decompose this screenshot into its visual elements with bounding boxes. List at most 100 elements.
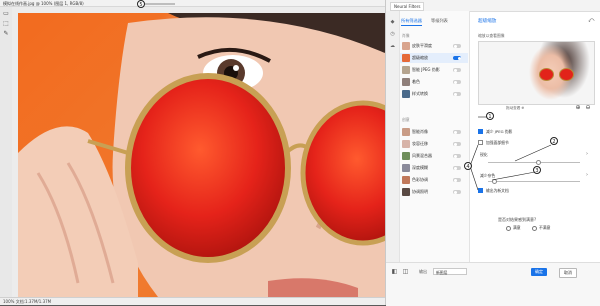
slider-sharpen[interactable]	[488, 160, 580, 165]
reset-icon[interactable]: ⤺	[588, 17, 594, 25]
filter-item[interactable]: 妆容迁移	[400, 139, 468, 149]
filter-item[interactable]: 着色	[400, 77, 468, 87]
marquee-tool-icon[interactable]: ⬚	[2, 20, 10, 27]
status-text: 100% 文档:1.37M/1.37M	[3, 299, 52, 304]
filter-toggle[interactable]	[453, 44, 461, 48]
slider-noise[interactable]	[488, 179, 580, 184]
section-creative: 创意	[402, 117, 410, 122]
history-icon[interactable]: ◷	[389, 31, 396, 37]
filter-toggle[interactable]	[453, 68, 461, 72]
tab-waitlist[interactable]: 等候列表	[431, 17, 448, 25]
filter-item[interactable]: 协调照明	[400, 187, 468, 197]
tab-all-filters[interactable]: 所有筛选器	[401, 17, 422, 26]
filter-item[interactable]: 智能肖像	[400, 127, 468, 137]
output-select[interactable]: 新图层	[433, 268, 467, 275]
filter-label: 妆容迁移	[412, 141, 428, 146]
filters-icon[interactable]: ◆	[389, 19, 396, 25]
filter-toggle[interactable]	[453, 56, 461, 60]
filter-item[interactable]: 智能 JPEG 伪影	[400, 65, 468, 75]
filter-thumbnail	[402, 90, 410, 98]
filter-toggle[interactable]	[453, 178, 461, 182]
move-tool-icon[interactable]: ▭	[2, 10, 10, 17]
callout-4: 4	[464, 162, 472, 170]
preview-lens-right	[559, 68, 574, 81]
dialog-footer: ◧ ◫ 输出 新图层 确定 取消	[386, 262, 600, 306]
filter-item[interactable]: 皮肤平滑度	[400, 41, 468, 51]
icon-strip: ◆ ◷ ☁	[386, 11, 400, 291]
filter-label: 皮肤平滑度	[412, 43, 432, 48]
filter-thumbnail	[402, 66, 410, 74]
filter-toggle[interactable]	[453, 130, 461, 134]
radio-unsatisfied[interactable]	[532, 226, 537, 231]
filter-thumbnail	[402, 176, 410, 184]
filter-toggle[interactable]	[453, 80, 461, 84]
chevron-right-icon[interactable]: ›	[586, 172, 588, 178]
radio-label: 不满意	[539, 225, 551, 230]
zoom-in-icon[interactable]: ⊕	[574, 104, 582, 112]
left-lens	[125, 73, 291, 263]
neural-filters-dialog: Neural Filters ◆ ◷ ☁ 所有筛选器 等候列表 肖像 皮肤平滑度…	[385, 0, 600, 306]
checkbox-face-detail[interactable]	[478, 140, 483, 145]
callout-1: 1	[486, 112, 494, 120]
document-title: 模拟在线作画.jpg @ 100% (图层 1, RGB/8)	[3, 1, 84, 6]
filter-list-panel: ◆ ◷ ☁ 所有筛选器 等候列表 肖像 皮肤平滑度 超级缩放 智能 JPEG 伪…	[386, 11, 470, 291]
filter-settings-panel: 超级缩放 ⤺ 缩放以查看图像 拖动查看 ⊕ ⊕ ⊖ 减少 JPEG 伪影 加强面…	[470, 11, 600, 291]
panel-subtitle: 缩放以查看图像	[478, 33, 505, 38]
feedback-question: 是否对结果感到满意?	[498, 217, 537, 222]
output-label: 输出	[419, 269, 427, 274]
preview-image[interactable]	[478, 41, 595, 105]
filter-toggle[interactable]	[453, 190, 461, 194]
filter-label: 风景混合器	[412, 153, 432, 158]
radio-satisfied[interactable]	[506, 226, 511, 231]
section-portrait: 肖像	[402, 33, 410, 38]
checkbox-reduce-jpeg[interactable]	[478, 129, 483, 134]
slider-knob[interactable]	[536, 160, 541, 165]
filter-tabs: 所有筛选器 等候列表	[401, 17, 467, 26]
checkbox-label: 减少 JPEG 伪影	[486, 129, 513, 134]
filter-label: 着色	[412, 79, 420, 84]
canvas-photo[interactable]	[18, 13, 385, 297]
dialog-title-tab[interactable]: Neural Filters	[390, 2, 425, 11]
preview-caption: 拖动查看 ⊕	[506, 106, 525, 110]
filter-toggle[interactable]	[453, 92, 461, 96]
filter-thumbnail	[402, 152, 410, 160]
cloud-icon[interactable]: ☁	[389, 43, 396, 49]
callout-5: 5	[137, 0, 145, 8]
layers-icon[interactable]: ◧	[391, 268, 398, 275]
radio-label: 满意	[513, 225, 521, 230]
filter-label: 智能肖像	[412, 129, 428, 134]
filter-thumbnail	[402, 188, 410, 196]
checkbox-label: 输出为新文档	[486, 188, 509, 193]
filter-item-selected[interactable]: 超级缩放	[400, 53, 468, 63]
document-tab[interactable]: 模拟在线作画.jpg @ 100% (图层 1, RGB/8)	[0, 0, 385, 7]
ok-button[interactable]: 确定	[531, 268, 547, 276]
filter-thumbnail	[402, 164, 410, 172]
chevron-right-icon[interactable]: ›	[586, 151, 588, 157]
panel-title: 超级缩放	[478, 19, 497, 24]
filter-label: 色彩协调	[412, 177, 428, 182]
filter-label: 协调照明	[412, 189, 428, 194]
filter-item[interactable]: 色彩协调	[400, 175, 468, 185]
checkbox-new-document[interactable]	[478, 188, 483, 193]
photo-illustration	[18, 13, 385, 297]
brush-tool-icon[interactable]: ✎	[2, 30, 10, 37]
filter-thumbnail	[402, 128, 410, 136]
slider-label-sharpen: 锐化	[480, 152, 488, 157]
compare-icon[interactable]: ◫	[402, 268, 409, 275]
checkbox-label: 加强面部细节	[486, 140, 509, 145]
filter-label: 智能 JPEG 伪影	[412, 67, 440, 72]
zoom-out-icon[interactable]: ⊖	[584, 104, 592, 112]
filter-item[interactable]: 风景混合器	[400, 151, 468, 161]
filter-item[interactable]: 样式转换	[400, 89, 468, 99]
filter-label: 深度模糊	[412, 165, 428, 170]
cancel-button[interactable]: 取消	[559, 268, 577, 278]
status-bar: 100% 文档:1.37M/1.37M	[0, 297, 385, 305]
filter-item[interactable]: 深度模糊	[400, 163, 468, 173]
filter-toggle[interactable]	[453, 166, 461, 170]
filter-label: 超级缩放	[412, 55, 428, 60]
slider-knob[interactable]	[492, 179, 497, 184]
callout-2: 2	[550, 137, 558, 145]
filter-thumbnail	[402, 54, 410, 62]
filter-toggle[interactable]	[453, 154, 461, 158]
filter-toggle[interactable]	[453, 142, 461, 146]
